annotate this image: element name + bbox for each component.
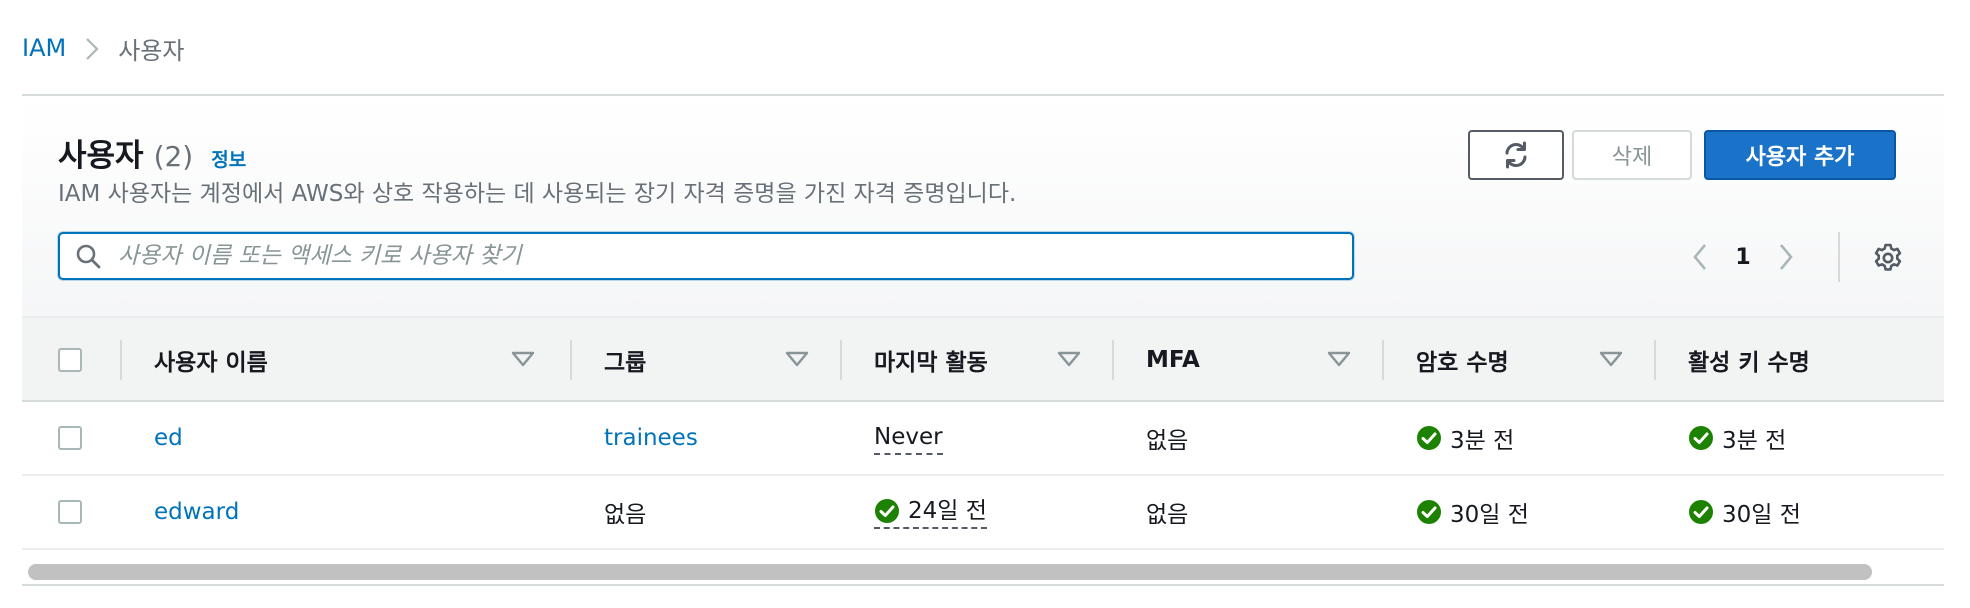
- password-age: 3분 전: [1450, 428, 1515, 454]
- page-title: 사용자: [58, 138, 144, 174]
- sort-caret-icon[interactable]: [1598, 348, 1624, 372]
- password-age: 30일 전: [1450, 502, 1529, 528]
- user-count: (2): [153, 140, 194, 173]
- table-header: 사용자 이름 그룹 마지막 활동 MFA 암호 수명 활성 키 수명: [22, 316, 1944, 402]
- mfa-value: 없음: [1146, 502, 1189, 528]
- breadcrumb-iam-link[interactable]: IAM: [22, 34, 66, 62]
- settings-button[interactable]: [1870, 240, 1906, 276]
- column-header-group[interactable]: 그룹: [604, 318, 646, 402]
- column-separator: [1382, 340, 1384, 380]
- info-link[interactable]: 정보: [211, 145, 246, 172]
- sort-caret-icon[interactable]: [1326, 348, 1352, 372]
- column-separator: [1112, 340, 1114, 380]
- row-checkbox[interactable]: [58, 500, 82, 524]
- active-key-age: 30일 전: [1722, 502, 1801, 528]
- scrollbar-thumb[interactable]: [28, 564, 1872, 580]
- chevron-right-icon: [74, 34, 110, 62]
- username-link[interactable]: edward: [154, 476, 239, 548]
- chevron-right-icon: [1780, 244, 1793, 270]
- refresh-button[interactable]: [1468, 130, 1564, 180]
- search-box: [58, 232, 1354, 280]
- pager-divider: [1838, 232, 1840, 282]
- group-link[interactable]: trainees: [604, 402, 698, 474]
- users-panel: 사용자 (2) 정보 IAM 사용자는 계정에서 AWS와 상호 작용하는 데 …: [22, 94, 1944, 586]
- success-check-icon: [1416, 425, 1442, 451]
- active-key-age: 3분 전: [1722, 428, 1787, 454]
- last-activity[interactable]: 24일 전: [874, 495, 987, 529]
- search-icon: [74, 242, 102, 270]
- table-row: ed trainees Never 없음 3분 전 3분 전: [22, 402, 1944, 476]
- pagination: 1: [1682, 234, 1804, 280]
- delete-button[interactable]: 삭제: [1572, 130, 1692, 180]
- success-check-icon: [1688, 425, 1714, 451]
- search-input[interactable]: [116, 235, 1352, 277]
- table-row: edward 없음 24일 전 없음 30일 전 30일 전: [22, 476, 1944, 550]
- horizontal-scrollbar[interactable]: [22, 558, 1944, 586]
- sort-caret-icon[interactable]: [510, 348, 536, 372]
- column-header-password-age[interactable]: 암호 수명: [1416, 318, 1509, 402]
- column-separator: [840, 340, 842, 380]
- last-activity-value: 24일 전: [908, 498, 987, 524]
- select-all-checkbox[interactable]: [58, 348, 82, 372]
- sort-caret-icon[interactable]: [1056, 348, 1082, 372]
- mfa-value: 없음: [1146, 428, 1189, 454]
- breadcrumb: IAM 사용자: [22, 30, 184, 66]
- group-value: 없음: [604, 502, 647, 528]
- next-page-button[interactable]: [1768, 239, 1804, 275]
- column-header-mfa[interactable]: MFA: [1146, 318, 1200, 402]
- row-checkbox[interactable]: [58, 426, 82, 450]
- column-separator: [1654, 340, 1656, 380]
- page-number[interactable]: 1: [1718, 245, 1768, 270]
- column-header-username[interactable]: 사용자 이름: [154, 318, 268, 402]
- success-check-icon: [874, 498, 900, 524]
- column-separator: [570, 340, 572, 380]
- page-description: IAM 사용자는 계정에서 AWS와 상호 작용하는 데 사용되는 장기 자격 …: [58, 181, 1017, 207]
- username-link[interactable]: ed: [154, 402, 183, 474]
- gear-icon: [1874, 243, 1902, 271]
- add-user-button[interactable]: 사용자 추가: [1704, 130, 1896, 180]
- chevron-left-icon: [1693, 244, 1706, 270]
- title-row: 사용자 (2) 정보: [58, 130, 246, 175]
- breadcrumb-current: 사용자: [118, 36, 185, 65]
- column-header-active-key-age[interactable]: 활성 키 수명: [1688, 318, 1810, 402]
- previous-page-button[interactable]: [1682, 239, 1718, 275]
- column-header-last-activity[interactable]: 마지막 활동: [874, 318, 988, 402]
- last-activity[interactable]: Never: [874, 421, 943, 455]
- sort-caret-icon[interactable]: [784, 348, 810, 372]
- success-check-icon: [1416, 499, 1442, 525]
- refresh-icon: [1505, 141, 1527, 169]
- success-check-icon: [1688, 499, 1714, 525]
- panel-header: 사용자 (2) 정보 IAM 사용자는 계정에서 AWS와 상호 작용하는 데 …: [22, 96, 1944, 316]
- column-separator: [120, 340, 122, 380]
